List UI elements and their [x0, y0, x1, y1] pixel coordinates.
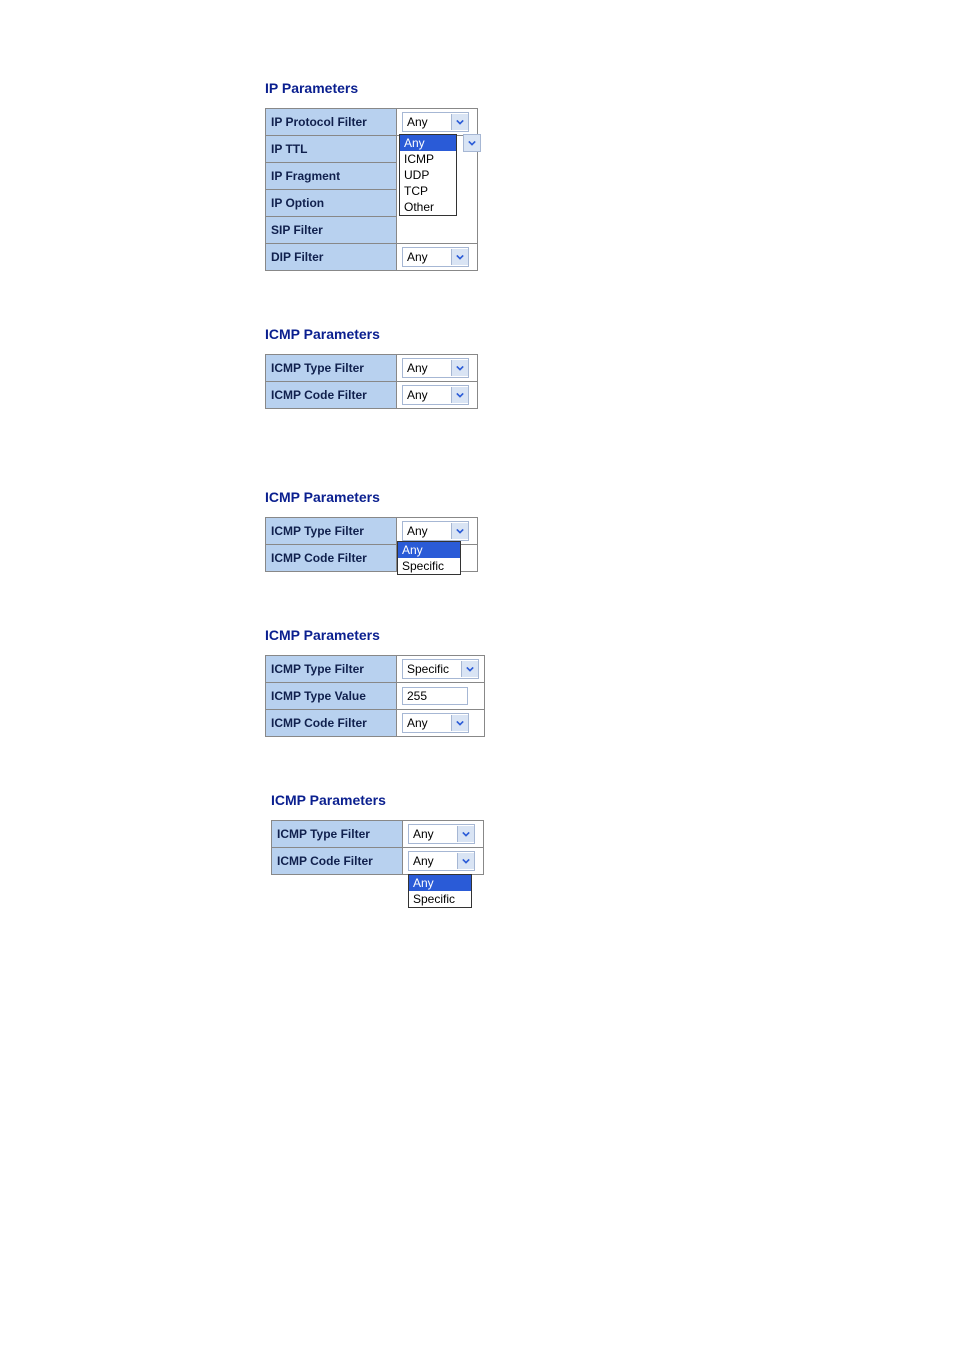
icmp-code-dropdown[interactable]: Any Specific	[408, 874, 472, 908]
icmp-type-filter-value: Any	[403, 361, 451, 375]
icmp-code-filter-select[interactable]: Any	[408, 851, 475, 871]
icmp-type-filter-select[interactable]: Any	[408, 824, 475, 844]
icmp-code-filter-value: Any	[403, 716, 451, 730]
icmp-code-filter-value: Any	[403, 388, 451, 402]
chevron-down-icon	[457, 826, 474, 842]
dropdown-option-any[interactable]: Any	[409, 875, 471, 891]
chevron-down-icon	[451, 249, 468, 265]
dropdown-option-udp[interactable]: UDP	[400, 167, 456, 183]
dropdown-option-specific[interactable]: Specific	[409, 891, 471, 907]
icmp-code-filter-select[interactable]: Any	[402, 385, 469, 405]
icmp-parameters-table: ICMP Type Filter Any ICMP Code Filter An…	[265, 354, 478, 409]
chevron-down-icon	[457, 853, 474, 869]
ip-option-label: IP Option	[266, 190, 397, 217]
icmp-code-filter-label: ICMP Code Filter	[272, 848, 403, 875]
icmp-parameters-title: ICMP Parameters	[271, 792, 665, 808]
icmp-code-filter-label: ICMP Code Filter	[266, 545, 397, 572]
icmp-type-filter-label: ICMP Type Filter	[266, 656, 397, 683]
icmp-parameters-title: ICMP Parameters	[265, 627, 665, 643]
icmp-code-filter-value: Any	[409, 854, 457, 868]
icmp-type-filter-label: ICMP Type Filter	[272, 821, 403, 848]
chevron-down-icon	[451, 114, 468, 130]
icmp-parameters-section-3: ICMP Parameters ICMP Type Filter Specifi…	[265, 627, 665, 737]
icmp-code-filter-label: ICMP Code Filter	[266, 382, 397, 409]
dropdown-option-specific[interactable]: Specific	[398, 558, 460, 574]
ip-parameters-table: IP Protocol Filter Any IP TTL	[265, 108, 478, 271]
dropdown-option-other[interactable]: Other	[400, 199, 456, 215]
icmp-parameters-title: ICMP Parameters	[265, 489, 665, 505]
icmp-type-dropdown[interactable]: Any Specific	[397, 541, 461, 575]
chevron-down-icon	[461, 661, 478, 677]
icmp-type-filter-label: ICMP Type Filter	[266, 355, 397, 382]
chevron-down-icon	[463, 134, 481, 152]
dip-filter-label: DIP Filter	[266, 244, 397, 271]
sip-filter-label: SIP Filter	[266, 217, 397, 244]
icmp-type-filter-select[interactable]: Any	[402, 358, 469, 378]
icmp-parameters-title: ICMP Parameters	[265, 326, 665, 342]
icmp-parameters-table: ICMP Type Filter Any ICMP Code Filter	[271, 820, 484, 875]
chevron-down-icon	[451, 360, 468, 376]
chevron-down-icon	[451, 523, 468, 539]
chevron-down-icon	[451, 387, 468, 403]
dropdown-option-any[interactable]: Any	[400, 135, 456, 151]
icmp-type-value-input[interactable]	[402, 687, 468, 705]
icmp-code-filter-select[interactable]: Any	[402, 713, 469, 733]
ip-protocol-filter-value: Any	[403, 115, 451, 129]
icmp-parameters-section-1: ICMP Parameters ICMP Type Filter Any ICM…	[265, 326, 665, 409]
icmp-code-filter-label: ICMP Code Filter	[266, 710, 397, 737]
icmp-type-filter-select[interactable]: Specific	[402, 659, 479, 679]
ip-parameters-title: IP Parameters	[265, 80, 665, 96]
ip-ttl-label: IP TTL	[266, 136, 397, 163]
icmp-parameters-section-2: ICMP Parameters ICMP Type Filter Any ICM…	[265, 489, 665, 572]
icmp-parameters-table: ICMP Type Filter Any ICMP Code Filter An…	[265, 517, 478, 572]
chevron-down-icon	[451, 715, 468, 731]
icmp-type-value-label: ICMP Type Value	[266, 683, 397, 710]
icmp-type-filter-value: Specific	[403, 662, 461, 676]
icmp-type-filter-value: Any	[409, 827, 457, 841]
icmp-type-filter-value: Any	[403, 524, 451, 538]
dropdown-option-tcp[interactable]: TCP	[400, 183, 456, 199]
dip-filter-select[interactable]: Any	[402, 247, 469, 267]
ip-protocol-filter-label: IP Protocol Filter	[266, 109, 397, 136]
icmp-parameters-section-4: ICMP Parameters ICMP Type Filter Any	[265, 792, 665, 878]
dropdown-option-any[interactable]: Any	[398, 542, 460, 558]
icmp-parameters-table: ICMP Type Filter Specific ICMP Type Valu…	[265, 655, 485, 737]
dip-filter-value: Any	[403, 250, 451, 264]
ip-protocol-filter-select[interactable]: Any	[402, 112, 469, 132]
icmp-type-filter-select[interactable]: Any	[402, 521, 469, 541]
ip-parameters-section: IP Parameters IP Protocol Filter Any IP …	[265, 80, 665, 271]
dropdown-option-icmp[interactable]: ICMP	[400, 151, 456, 167]
icmp-type-filter-label: ICMP Type Filter	[266, 518, 397, 545]
ip-fragment-label: IP Fragment	[266, 163, 397, 190]
ip-protocol-dropdown[interactable]: Any ICMP UDP TCP Other	[399, 134, 457, 216]
